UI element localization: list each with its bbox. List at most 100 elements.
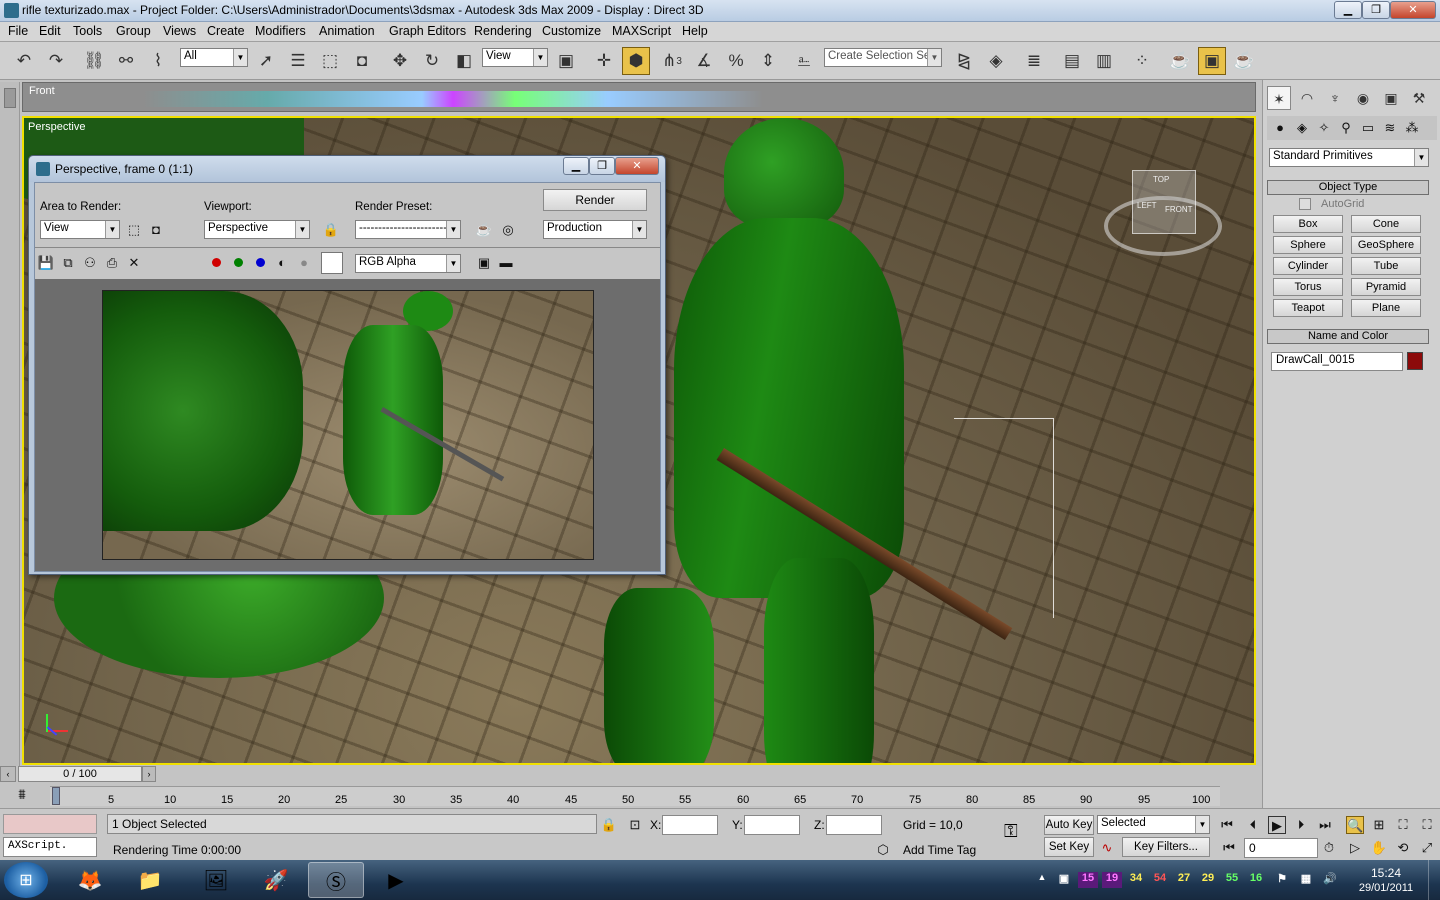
blue-channel-toggle[interactable] [251,254,269,272]
volume-icon[interactable]: 🔊 [1320,872,1340,888]
viewcube[interactable]: TOP LEFT FRONT [1132,170,1196,234]
tray-counter[interactable]: 19 [1102,872,1122,888]
tray-counter[interactable]: 27 [1174,872,1194,888]
keyboard-shortcut-override-icon[interactable]: ⬢ [622,47,650,75]
green-channel-toggle[interactable] [229,254,247,272]
production-dropdown[interactable]: Production ▼ [543,220,647,239]
save-image-icon[interactable]: 💾 [37,254,55,272]
zoom-icon[interactable]: 🔍 [1346,816,1364,834]
zoom-extents-icon[interactable]: ⛶ [1394,816,1412,834]
time-slider-prev-icon[interactable]: ‹ [0,766,16,782]
clock-date[interactable]: 29/01/2011 [1348,882,1424,894]
toggle-ui-icon[interactable]: ▬ [497,254,515,272]
monochrome-toggle[interactable]: ● [295,254,313,272]
time-slider[interactable]: 0 / 100 [18,766,142,782]
tray-counter[interactable]: 34 [1126,872,1146,888]
toggle-ui-overlay-icon[interactable]: ▣ [475,254,493,272]
angle-snap-icon[interactable]: ∡ [690,47,718,75]
red-channel-toggle[interactable] [207,254,225,272]
channel-display-dropdown[interactable]: RGB Alpha ▼ [355,254,461,273]
name-and-color-rollout-header[interactable]: Name and Color [1267,329,1429,344]
time-slider-next-icon[interactable]: › [142,766,156,782]
viewport-resize-handle[interactable] [4,88,16,108]
material-editor-icon[interactable]: ⁘ [1128,47,1156,75]
tube-button[interactable]: Tube [1351,257,1421,275]
menu-help[interactable]: Help [682,24,708,38]
tray-counter[interactable]: 29 [1198,872,1218,888]
cylinder-button[interactable]: Cylinder [1273,257,1343,275]
object-name-field[interactable]: DrawCall_0015 [1271,352,1403,371]
ref-coord-dropdown[interactable]: View ▼ [482,48,548,67]
go-to-start-icon[interactable]: ⏮ [1218,816,1236,834]
render-setup-icon[interactable]: ☕ [475,221,493,239]
render-preset-dropdown[interactable]: ---------------------------- ▼ [355,220,461,239]
select-by-name-icon[interactable]: ☰ [284,47,312,75]
redo-icon[interactable]: ↷ [42,47,70,75]
motion-tab-icon[interactable]: ◉ [1351,86,1375,110]
edit-region-icon[interactable]: ⬚ [125,221,143,239]
show-desktop-button[interactable] [1428,860,1440,900]
auto-key-button[interactable]: Auto Key [1044,815,1094,835]
menu-group[interactable]: Group [116,24,151,38]
key-filters-button[interactable]: Key Filters... [1122,837,1210,857]
render-setup-icon[interactable]: ☕ [1166,47,1194,75]
menu-edit[interactable]: Edit [39,24,61,38]
move-icon[interactable]: ✥ [386,47,414,75]
shapes-icon[interactable]: ◈ [1293,119,1311,137]
rotate-icon[interactable]: ↻ [418,47,446,75]
geosphere-button[interactable]: GeoSphere [1351,236,1421,254]
rendered-frame-icon[interactable]: ▣ [1198,47,1226,75]
spacewarps-icon[interactable]: ≋ [1381,119,1399,137]
z-coordinate-field[interactable] [826,815,882,835]
box-button[interactable]: Box [1273,215,1343,233]
pan-icon[interactable]: ✋ [1370,839,1388,857]
firefox-icon[interactable]: 🦊 [62,862,118,898]
select-link-icon[interactable]: ⛓ [80,47,108,75]
network-status-icon[interactable]: ▦ [1296,872,1316,888]
image-viewer-icon[interactable]: 🖼 [188,862,244,898]
key-selection-dropdown[interactable]: Selected ▼ [1097,815,1210,834]
previous-frame-icon[interactable]: ⏴ [1244,816,1262,834]
create-tab-icon[interactable]: ✶ [1267,86,1291,110]
scale-icon[interactable]: ◧ [450,47,478,75]
undo-icon[interactable]: ↶ [10,47,38,75]
clear-icon[interactable]: ✕ [125,254,143,272]
auto-region-icon[interactable]: ◘ [147,221,165,239]
render-maximize-button[interactable]: ❐ [589,157,615,175]
zoom-all-icon[interactable]: ⊞ [1370,816,1388,834]
tray-counter[interactable]: 16 [1246,872,1266,888]
named-selection-set-dropdown[interactable]: Create Selection Set ▼ [824,48,942,67]
systems-icon[interactable]: ⁂ [1403,119,1421,137]
mirror-icon[interactable]: ⧎ [950,47,978,75]
selection-lock-icon[interactable]: 🔒 [600,816,618,834]
select-object-icon[interactable]: ➚ [252,47,280,75]
maximize-viewport-icon[interactable]: ⤢ [1418,839,1436,857]
autogrid-checkbox[interactable] [1299,198,1311,210]
front-viewport[interactable]: Front [22,82,1256,112]
menu-views[interactable]: Views [163,24,196,38]
color-swatch[interactable] [321,252,343,274]
curve-editor-icon[interactable]: ▤ [1058,47,1086,75]
pivot-icon[interactable]: ▣ [552,47,580,75]
sphere-button[interactable]: Sphere [1273,236,1343,254]
tray-counter[interactable]: 54 [1150,872,1170,888]
teapot-button[interactable]: Teapot [1273,299,1343,317]
explorer-icon[interactable]: 📁 [122,862,178,898]
menu-modifiers[interactable]: Modifiers [255,24,306,38]
copy-image-icon[interactable]: ⧉ [59,254,77,272]
area-to-render-dropdown[interactable]: View ▼ [40,220,120,239]
go-to-end-icon[interactable]: ⏭ [1316,816,1334,834]
menu-tools[interactable]: Tools [73,24,102,38]
time-configuration-icon[interactable]: ⏱ [1320,839,1338,857]
plane-button[interactable]: Plane [1351,299,1421,317]
play-icon[interactable]: ▶ [1268,816,1286,834]
menu-customize[interactable]: Customize [542,24,601,38]
helpers-icon[interactable]: ▭ [1359,119,1377,137]
network-tray-icon[interactable]: ▣ [1054,872,1074,888]
app-icon[interactable]: 🚀 [248,862,304,898]
maxscript-listener-pink[interactable] [3,814,97,834]
torus-button[interactable]: Torus [1273,278,1343,296]
x-coordinate-field[interactable] [662,815,718,835]
rendered-image[interactable] [102,290,594,560]
environment-effects-icon[interactable]: ◎ [499,221,517,239]
